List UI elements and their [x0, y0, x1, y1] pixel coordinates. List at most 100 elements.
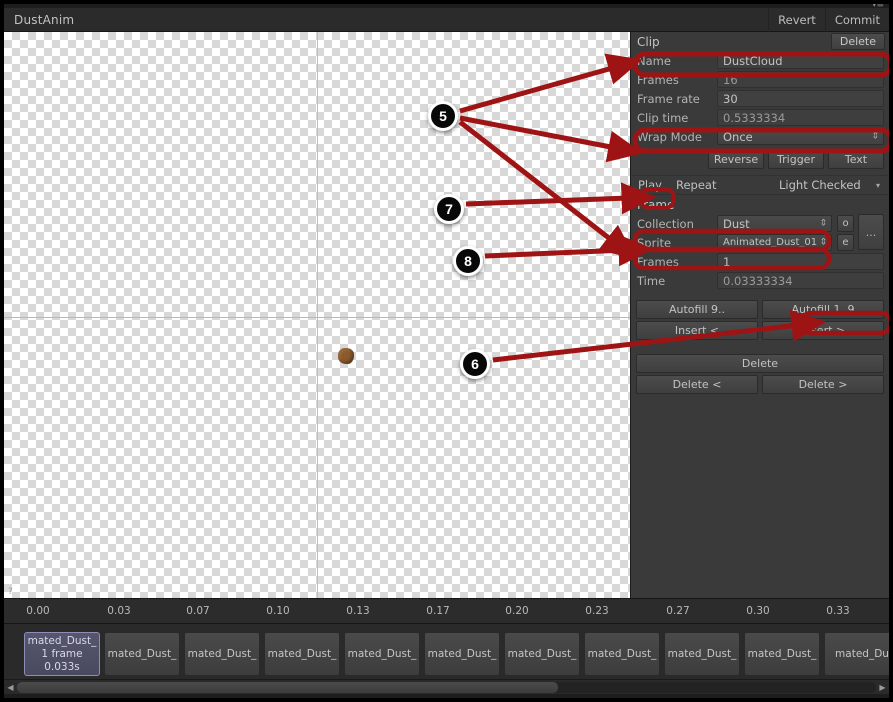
collection-open-button[interactable]: o — [837, 215, 854, 232]
clip-time-value: 0.5333334 — [717, 109, 884, 126]
help-icon[interactable]: ? — [8, 587, 13, 597]
autofill-ascending-button[interactable]: Autofill 1..9 — [762, 300, 884, 319]
updown-arrows-icon: ⇕ — [871, 131, 879, 141]
clip-heading: Clip — [637, 34, 660, 49]
autofill-button-row: Autofill 9.. Autofill 1..9 — [631, 290, 889, 319]
frame-frames-label: Frames — [637, 254, 679, 269]
frame-thumbnail[interactable]: mated_Du — [824, 632, 889, 676]
frame-collection-dropdown[interactable]: Dust ⇕ — [717, 215, 832, 232]
background-style-value: Light Checked — [779, 178, 861, 192]
frame-source-group: Collection Dust ⇕ o Sprite Animated_Dust… — [631, 214, 889, 252]
trigger-button[interactable]: Trigger — [768, 150, 824, 169]
window-menu-icon[interactable]: ▾≡ — [872, 4, 886, 10]
clip-wrapmode-value: Once — [723, 129, 753, 144]
ruler-tick: 0.20 — [505, 605, 529, 617]
frame-thumbnail[interactable]: mated_Dust_ 1 frame 0.033s — [24, 632, 100, 676]
clip-time-row: Clip time 0.5333334 — [631, 108, 889, 127]
clip-wrapmode-dropdown[interactable]: Once ⇕ — [717, 128, 884, 145]
frame-sprite-value: Animated_Dust_01 — [723, 237, 818, 248]
frame-thumbnail[interactable]: mated_Dust_ — [504, 632, 580, 676]
frame-section-header: Frame — [631, 195, 889, 214]
scrollbar-track[interactable] — [17, 681, 876, 693]
frame-thumbnail[interactable]: mated_Dust_ — [264, 632, 340, 676]
frame-time-row: Time 0.03333334 — [631, 271, 889, 290]
frame-collection-row: Collection Dust ⇕ o — [631, 214, 858, 233]
frame-thumbnail[interactable]: mated_Dust_ — [344, 632, 420, 676]
clip-delete-button[interactable]: Delete — [830, 33, 885, 50]
frame-collection-label: Collection — [637, 216, 694, 231]
sprite-preview[interactable] — [338, 348, 354, 364]
frame-thumbnail[interactable]: mated_Dust_ — [744, 632, 820, 676]
delete-button-row: Delete — [631, 340, 889, 373]
ruler-tick: 0.23 — [585, 605, 609, 617]
frame-thumbnail-name: mated_Dust_ — [747, 647, 817, 660]
frame-thumbnail[interactable]: mated_Dust_ — [104, 632, 180, 676]
clip-action-buttons: Reverse Trigger Text — [631, 146, 889, 169]
ruler-tick: 0.07 — [186, 605, 210, 617]
inspector-panel: Clip Delete Name DustCloud Frames 16 Fra… — [630, 32, 889, 598]
ruler-tick: 0.10 — [266, 605, 290, 617]
ruler-tick: 0.17 — [426, 605, 450, 617]
animation-preview-canvas[interactable]: ? — [4, 32, 630, 598]
frame-frames-row: Frames 1 — [631, 252, 889, 271]
ruler-tick: 0.03 — [107, 605, 131, 617]
frames-strip[interactable]: mated_Dust_ 1 frame 0.033s mated_Dust_ mated… — [4, 624, 889, 686]
play-button[interactable]: Play — [631, 175, 669, 195]
frame-thumbnail-name: mated_Du — [835, 647, 889, 660]
axis-vertical — [317, 32, 318, 598]
clip-wrapmode-row: Wrap Mode Once ⇕ — [631, 127, 889, 146]
window-title: DustAnim — [14, 12, 75, 27]
scroll-right-arrow-icon[interactable]: ▶ — [876, 683, 889, 692]
clip-section-header: Clip Delete — [631, 32, 889, 51]
frame-sprite-label: Sprite — [637, 235, 672, 250]
clip-framerate-input[interactable]: 30 — [717, 90, 884, 107]
delete-before-button[interactable]: Delete < — [636, 375, 758, 394]
scroll-left-arrow-icon[interactable]: ◀ — [4, 683, 17, 692]
text-button[interactable]: Text — [828, 150, 884, 169]
updown-arrows-icon: ⇕ — [819, 218, 827, 228]
sprite-browse-button[interactable]: ... — [858, 214, 884, 250]
frame-thumbnail[interactable]: mated_Dust_ — [424, 632, 500, 676]
ruler-tick: 0.13 — [346, 605, 370, 617]
sprite-edit-button[interactable]: e — [837, 234, 854, 251]
frame-sprite-dropdown[interactable]: Animated_Dust_01 ⇕ — [717, 234, 832, 251]
insert-before-button[interactable]: Insert < — [636, 321, 758, 340]
background-style-dropdown[interactable]: Light Checked ▾ — [776, 177, 884, 193]
frame-thumbnail-name: mated_Dust_ — [427, 647, 497, 660]
clip-frames-label: Frames — [637, 72, 679, 87]
frame-thumbnail-time: 0.033s — [44, 660, 80, 673]
autofill-descending-button[interactable]: Autofill 9.. — [636, 300, 758, 319]
timeline-ruler[interactable]: 0.00 0.03 0.07 0.10 0.13 0.17 0.20 0.23 0.27 0.30… — [4, 598, 889, 624]
frame-collection-value: Dust — [723, 216, 750, 231]
frame-time-value: 0.03333334 — [717, 272, 884, 289]
ruler-tick: 0.33 — [826, 605, 850, 617]
frame-thumbnail-name: mated_Dust_ — [347, 647, 417, 660]
frame-thumbnail[interactable]: mated_Dust_ — [664, 632, 740, 676]
revert-button[interactable]: Revert — [768, 7, 825, 32]
clip-time-label: Clip time — [637, 110, 689, 125]
insert-after-button[interactable]: Insert > — [762, 321, 884, 340]
frame-thumbnail-name: mated_Dust_ — [267, 647, 337, 660]
delete-side-button-row: Delete < Delete > — [631, 373, 889, 394]
frame-sprite-row: Sprite Animated_Dust_01 ⇕ e — [631, 233, 858, 252]
clip-name-row: Name DustCloud — [631, 51, 889, 70]
frame-thumbnail[interactable]: mated_Dust_ — [584, 632, 660, 676]
commit-button[interactable]: Commit — [824, 7, 889, 32]
frame-thumbnail-name: mated_Dust_ — [187, 647, 257, 660]
clip-frames-row: Frames 16 — [631, 70, 889, 89]
delete-after-button[interactable]: Delete > — [762, 375, 884, 394]
repeat-button[interactable]: Repeat — [669, 175, 723, 195]
frame-delete-button[interactable]: Delete — [636, 354, 884, 373]
clip-frames-value: 16 — [717, 71, 884, 88]
horizontal-scrollbar[interactable]: ◀ ▶ — [4, 679, 889, 694]
scrollbar-thumb[interactable] — [17, 681, 559, 693]
updown-arrows-icon: ⇕ — [819, 237, 827, 247]
frame-frames-input[interactable]: 1 — [717, 253, 884, 270]
clip-name-input[interactable]: DustCloud — [717, 52, 884, 69]
chevron-down-icon: ▾ — [875, 180, 880, 190]
frame-thumbnail[interactable]: mated_Dust_ — [184, 632, 260, 676]
reverse-button[interactable]: Reverse — [708, 150, 764, 169]
frame-thumbnail-name: mated_Dust_ — [27, 634, 97, 647]
frame-thumbnail-name: mated_Dust_ — [667, 647, 737, 660]
clip-framerate-label: Frame rate — [637, 91, 700, 106]
